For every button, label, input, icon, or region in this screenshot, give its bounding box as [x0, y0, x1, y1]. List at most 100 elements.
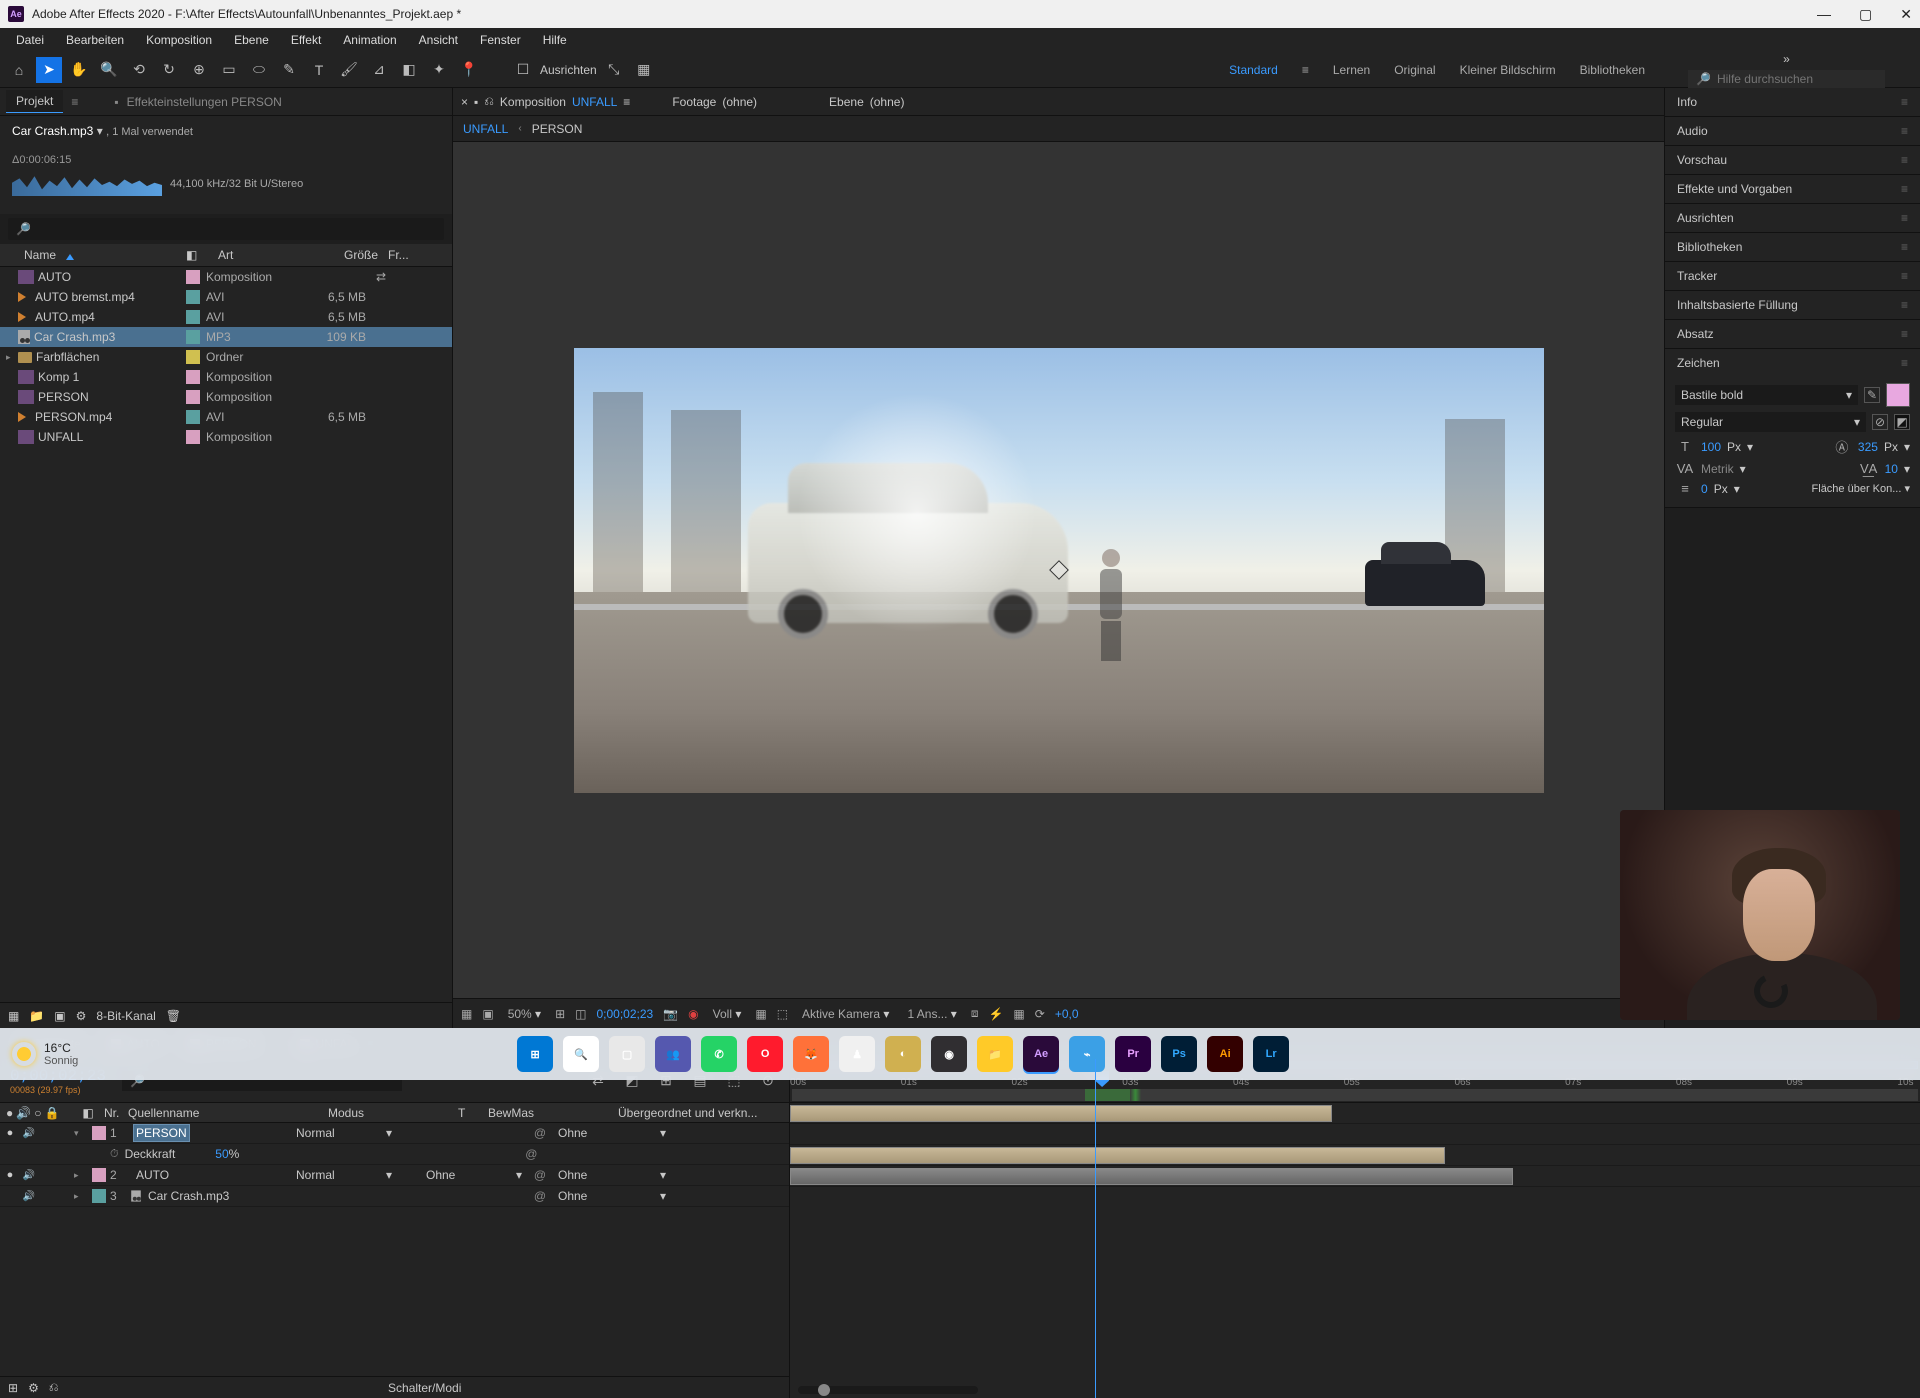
stopwatch-icon[interactable]: ⏱ [110, 1148, 119, 1161]
channel-icon[interactable]: ◉ [688, 1007, 698, 1021]
panel-absatz[interactable]: Absatz≡ [1665, 320, 1920, 348]
audio-toggle[interactable]: 🔊 [20, 1128, 38, 1139]
new-comp-icon[interactable]: ▣ [54, 1009, 65, 1023]
font-style-dropdown[interactable]: Regular▾ [1675, 412, 1866, 432]
transparency-icon[interactable]: ▦ [755, 1007, 766, 1021]
tl-toggle2-icon[interactable]: ⚙ [28, 1381, 39, 1395]
col-framerate[interactable]: Fr... [378, 248, 446, 262]
swap-colors-icon[interactable]: ◩ [1894, 414, 1910, 430]
ellipse-tool[interactable]: ⬭ [246, 57, 272, 83]
panel-menu-icon[interactable]: ≡ [1901, 298, 1908, 312]
timeline-zoom-slider[interactable] [798, 1386, 978, 1394]
breadcrumb-person[interactable]: PERSON [532, 122, 583, 136]
trash-icon[interactable]: 🗑 [166, 1009, 181, 1023]
font-size-value[interactable]: 100 [1701, 440, 1721, 454]
clip[interactable] [790, 1168, 1513, 1185]
menu-fenster[interactable]: Fenster [470, 31, 531, 49]
panel-menu-icon[interactable]: ≡ [1901, 269, 1908, 283]
workspace-opts-icon[interactable]: ≡ [1292, 63, 1319, 77]
taskbar-weather[interactable]: 16°C Sonnig [12, 1041, 78, 1067]
audio-toggle[interactable]: 🔊 [20, 1170, 38, 1181]
taskbar-app-lr[interactable]: Lr [1253, 1036, 1289, 1072]
pen-tool[interactable]: ✎ [276, 57, 302, 83]
visibility-toggle[interactable]: ● [0, 1169, 20, 1181]
col-name[interactable]: Name [24, 248, 56, 262]
snap-opt1[interactable]: ⤡ [601, 57, 627, 83]
fill-over-stroke-dropdown[interactable]: Fläche über Kon... ▾ [1812, 482, 1910, 495]
taskbar-app-pr[interactable]: Pr [1115, 1036, 1151, 1072]
breadcrumb-unfall[interactable]: UNFALL [463, 122, 508, 136]
lock-icon[interactable]: ▪ [474, 95, 478, 109]
taskbar-app-ps[interactable]: Ps [1161, 1036, 1197, 1072]
eraser-tool[interactable]: ◧ [396, 57, 422, 83]
tl-toggle1-icon[interactable]: ⊞ [8, 1381, 18, 1395]
col-label-icon[interactable]: ◧ [186, 248, 197, 262]
type-tool[interactable]: T [306, 57, 332, 83]
viewer-canvas[interactable] [574, 348, 1544, 793]
close-tab-icon[interactable]: × [461, 95, 468, 109]
project-settings-icon[interactable]: ⚙ [76, 1009, 87, 1023]
twirl-icon[interactable]: ▸ [74, 1170, 88, 1181]
brush-tool[interactable]: 🖌 [336, 57, 362, 83]
selection-tool[interactable]: ➤ [36, 57, 62, 83]
tab-project[interactable]: Projekt [6, 90, 63, 113]
workspace-bibliotheken[interactable]: Bibliotheken [1570, 63, 1655, 77]
bpc-label[interactable]: 8-Bit-Kanal [96, 1009, 155, 1023]
anchor-tool[interactable]: ⊕ [186, 57, 212, 83]
clip[interactable] [790, 1105, 1332, 1122]
col-parent[interactable]: Übergeordnet und verkn... [614, 1106, 774, 1120]
interpret-footage-icon[interactable]: ▦ [8, 1009, 19, 1023]
taskbar-app-ae[interactable]: Ae [1023, 1036, 1059, 1072]
taskbar-app-chess[interactable]: ♟ [839, 1036, 875, 1072]
fill-color-swatch[interactable] [1886, 383, 1910, 407]
tracking-value[interactable]: 10 [1885, 462, 1898, 476]
menu-hilfe[interactable]: Hilfe [533, 31, 577, 49]
zoom-tool[interactable]: 🔍 [96, 57, 122, 83]
taskbar-app-opera[interactable]: O [747, 1036, 783, 1072]
panel-bibliotheken[interactable]: Bibliotheken≡ [1665, 233, 1920, 261]
visibility-toggle[interactable]: ● [0, 1127, 20, 1139]
layer-label[interactable] [92, 1189, 106, 1203]
col-nr[interactable]: Nr. [100, 1106, 124, 1120]
timeline-layer[interactable]: ●🔊▸2AUTONormal▾Ohne▾@Ohne▾ [0, 1165, 789, 1186]
taskbar-app-search[interactable]: 🔍 [563, 1036, 599, 1072]
close-button[interactable]: ✕ [1900, 6, 1912, 23]
panel-ausrichten[interactable]: Ausrichten≡ [1665, 204, 1920, 232]
stroke-value[interactable]: 0 [1701, 482, 1708, 496]
clip[interactable] [790, 1147, 1445, 1164]
project-item[interactable]: ▸FarbflächenOrdner [0, 347, 452, 367]
panel-menu-icon[interactable]: ≡ [1901, 124, 1908, 138]
panel-inhaltsbasierte-füllung[interactable]: Inhaltsbasierte Füllung≡ [1665, 291, 1920, 319]
project-item[interactable]: UNFALLKomposition [0, 427, 452, 447]
snap-checkbox[interactable]: ☐ [510, 57, 536, 83]
taskbar-app-explorer[interactable]: 📁 [977, 1036, 1013, 1072]
switches-modes-toggle[interactable]: Schalter/Modi [388, 1381, 461, 1395]
roto-tool[interactable]: ✦ [426, 57, 452, 83]
project-item[interactable]: PERSONKomposition [0, 387, 452, 407]
workspace-kleiner[interactable]: Kleiner Bildschirm [1450, 63, 1566, 77]
menu-ebene[interactable]: Ebene [224, 31, 279, 49]
project-item[interactable]: PERSON.mp4AVI6,5 MB [0, 407, 452, 427]
hand-tool[interactable]: ✋ [66, 57, 92, 83]
track-row[interactable] [790, 1145, 1920, 1166]
panel-effekte-und-vorgaben[interactable]: Effekte und Vorgaben≡ [1665, 175, 1920, 203]
taskbar-app-ai[interactable]: Ai [1207, 1036, 1243, 1072]
no-stroke-icon[interactable]: ⊘ [1872, 414, 1888, 430]
tab-effect-controls[interactable]: Effekteinstellungen PERSON [127, 95, 282, 109]
col-source[interactable]: Quellenname [124, 1106, 324, 1120]
help-search[interactable]: 🔎 [1688, 70, 1885, 88]
orbit-tool[interactable]: ⟲ [126, 57, 152, 83]
project-item[interactable]: Komp 1Komposition [0, 367, 452, 387]
panel-menu-icon[interactable]: ≡ [1901, 182, 1908, 196]
parent-dropdown[interactable]: Ohne▾ [552, 1168, 672, 1182]
composition-viewer[interactable] [453, 142, 1664, 998]
panel-menu-icon[interactable]: ≡ [1901, 95, 1908, 109]
taskbar-app-whatsapp[interactable]: ✆ [701, 1036, 737, 1072]
taskbar-app-vscode[interactable]: ⌁ [1069, 1036, 1105, 1072]
pickwhip-icon[interactable]: @ [528, 1168, 552, 1182]
more-workspaces-icon[interactable]: » [1783, 52, 1790, 66]
resolution-dropdown[interactable]: Voll ▾ [709, 1007, 746, 1021]
taskbar-app-teams[interactable]: 👥 [655, 1036, 691, 1072]
menu-animation[interactable]: Animation [333, 31, 406, 49]
home-tool[interactable]: ⌂ [6, 57, 32, 83]
